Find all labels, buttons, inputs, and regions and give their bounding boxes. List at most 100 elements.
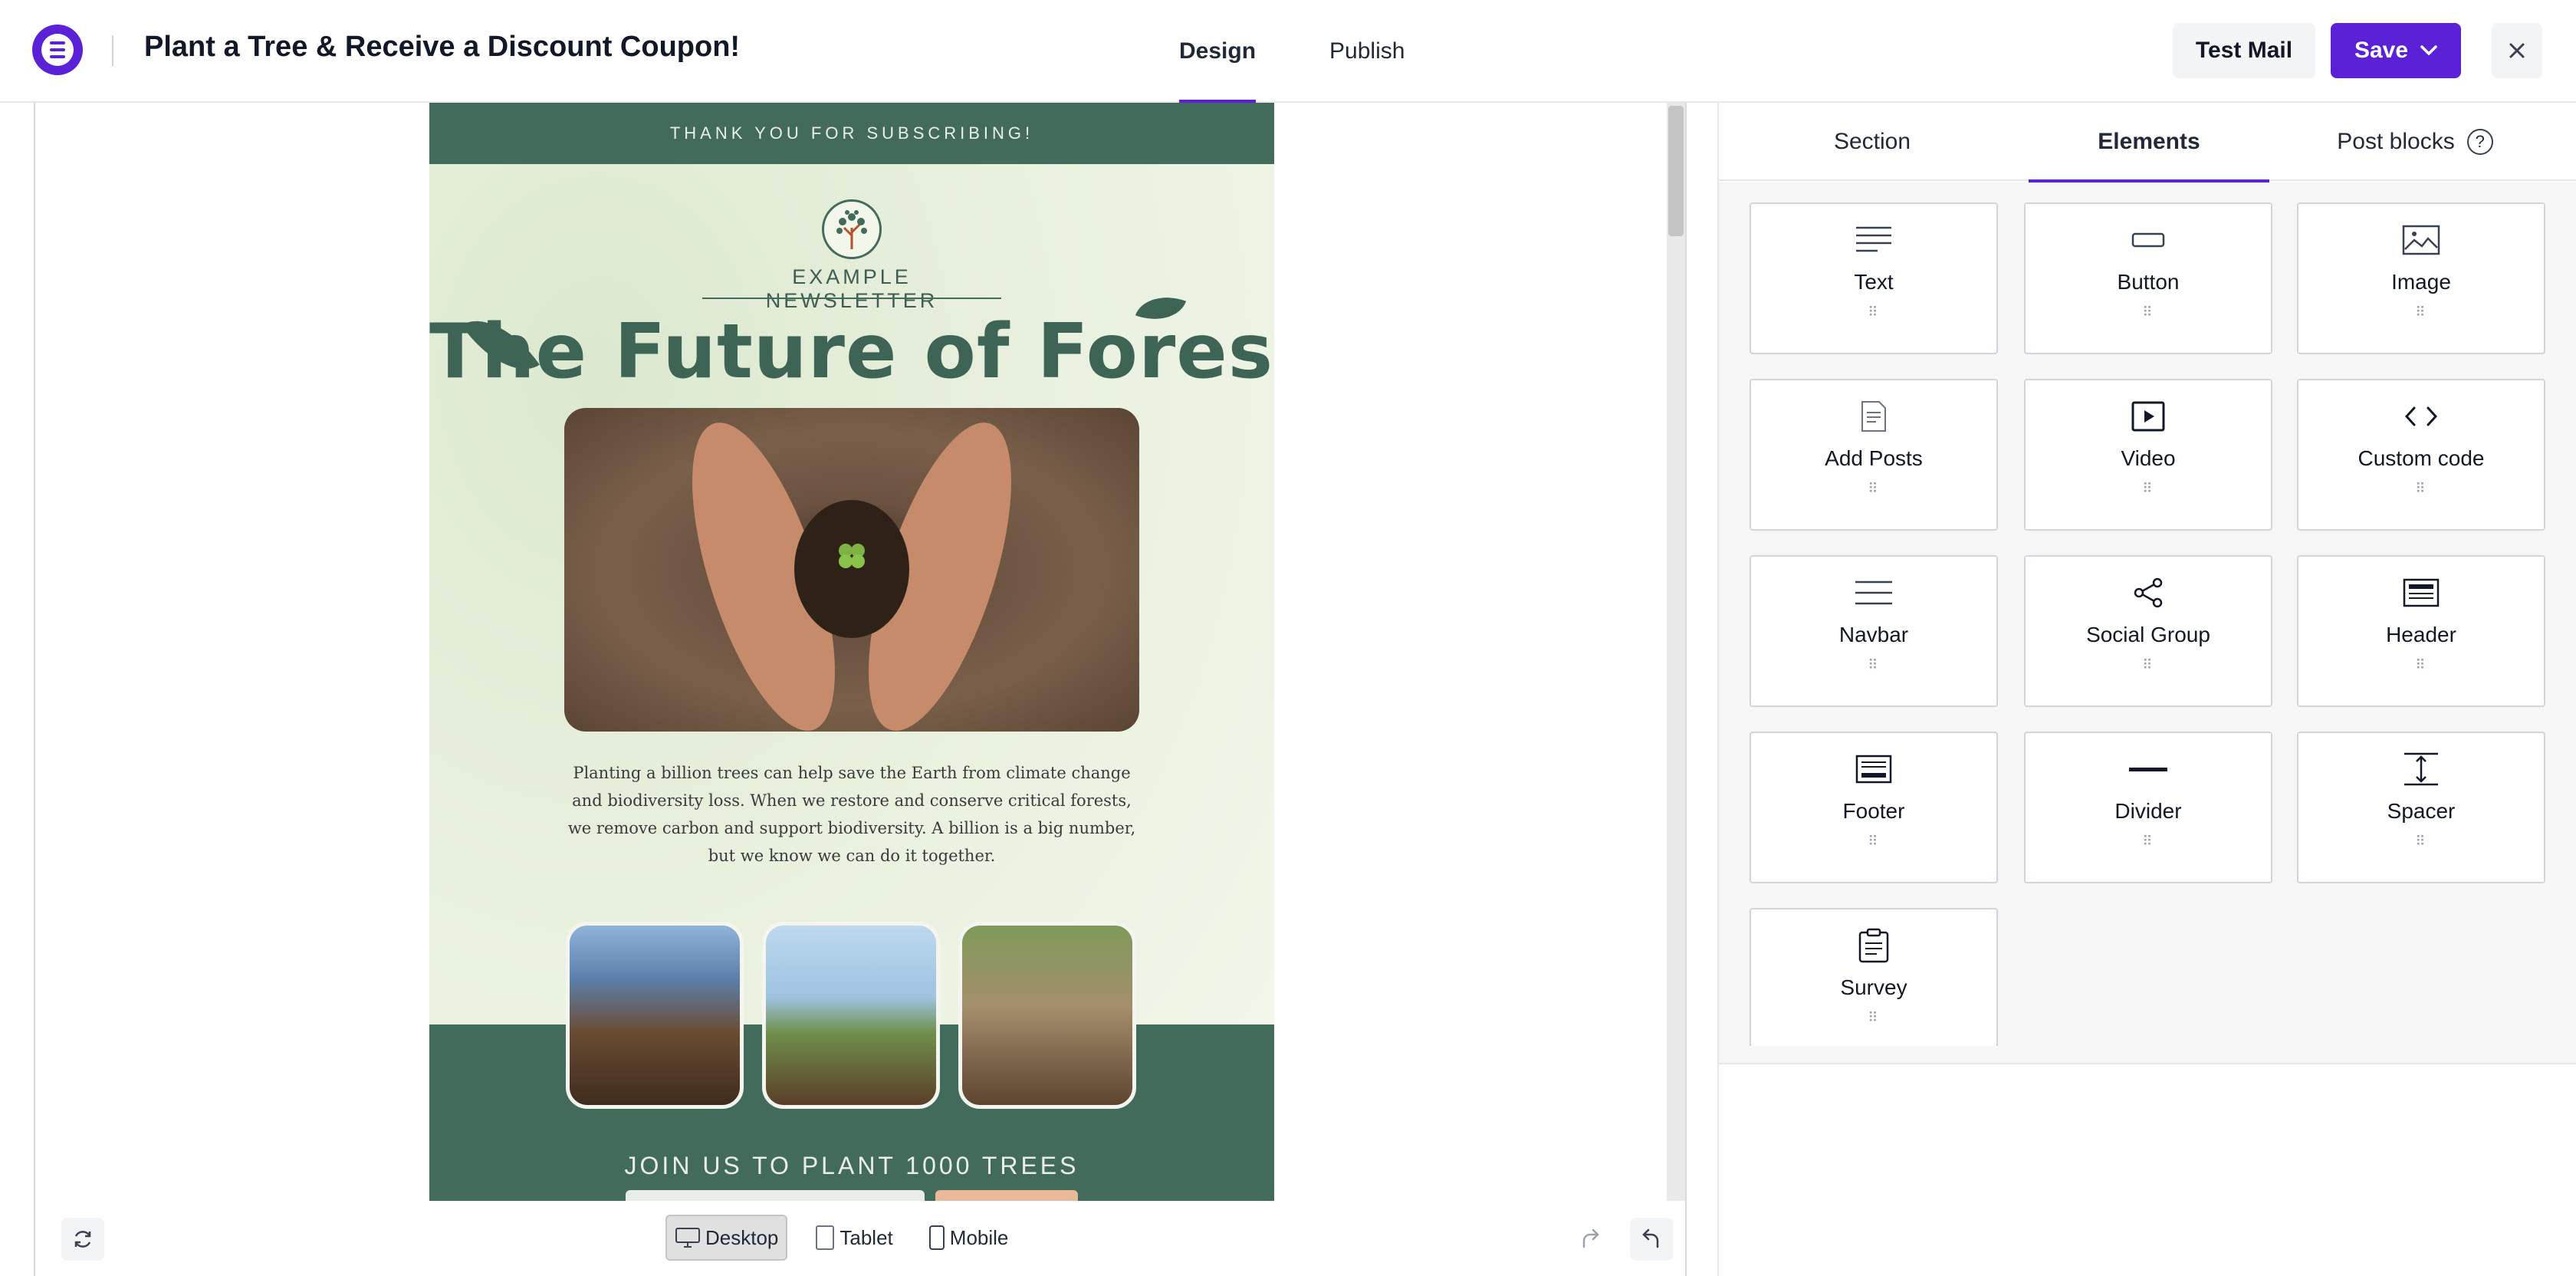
element-divider[interactable]: Divider ⠿ — [2024, 732, 2272, 883]
element-image[interactable]: Image ⠿ — [2297, 202, 2545, 354]
hero-image[interactable] — [564, 408, 1139, 732]
drag-handle-icon[interactable]: ⠿ — [2415, 305, 2426, 319]
share-icon — [2133, 574, 2164, 612]
tab-post-blocks[interactable]: Post blocks? — [2285, 103, 2545, 181]
element-spacer[interactable]: Spacer ⠿ — [2297, 732, 2545, 883]
close-icon — [2509, 43, 2525, 58]
element-label: Custom code — [2358, 446, 2485, 470]
element-footer[interactable]: Footer ⠿ — [1750, 732, 1998, 883]
page-title: Plant a Tree & Receive a Discount Coupon… — [144, 31, 741, 63]
element-add-posts[interactable]: Add Posts ⠿ — [1750, 379, 1998, 531]
redo-icon — [1582, 1228, 1599, 1248]
element-custom-code[interactable]: Custom code ⠿ — [2297, 379, 2545, 531]
drag-handle-icon[interactable]: ⠿ — [1868, 305, 1879, 319]
navbar-icon — [1854, 574, 1894, 612]
drag-handle-icon[interactable]: ⠿ — [1868, 658, 1879, 672]
drag-handle-icon[interactable]: ⠿ — [1868, 834, 1879, 848]
photo-planting-1[interactable] — [566, 922, 744, 1109]
mobile-icon — [928, 1225, 945, 1250]
drag-handle-icon[interactable]: ⠿ — [2415, 658, 2426, 672]
refresh-icon — [74, 1231, 91, 1248]
element-label: Divider — [2114, 799, 2182, 823]
tab-publish[interactable]: Publish — [1329, 0, 1405, 103]
survey-icon — [1858, 926, 1889, 965]
device-desktop-label: Desktop — [705, 1225, 779, 1249]
email-headline[interactable]: The Future of Forest — [429, 308, 1274, 396]
cta-button-primary[interactable] — [626, 1190, 925, 1201]
canvas-scrollbar-thumb[interactable] — [1668, 106, 1684, 236]
join-text[interactable]: JOIN US TO PLANT 1000 TREES — [429, 1152, 1274, 1180]
header-icon — [2403, 574, 2440, 612]
photo-planting-2[interactable] — [762, 922, 940, 1109]
divider-icon — [2129, 750, 2167, 788]
save-button-label: Save — [2354, 38, 2409, 63]
drag-handle-icon[interactable]: ⠿ — [2142, 658, 2154, 672]
tab-design[interactable]: Design — [1179, 0, 1257, 103]
element-label: Header — [2386, 623, 2456, 646]
email-preview[interactable]: THANK YOU FOR SUBSCRIBING! EXAMPLE NEWSL… — [429, 103, 1274, 1201]
canvas-scrollbar[interactable] — [1667, 103, 1685, 1201]
tab-elements-label: Elements — [2098, 129, 2200, 154]
app-logo[interactable] — [32, 25, 83, 75]
drag-handle-icon[interactable]: ⠿ — [1868, 482, 1879, 495]
tab-elements[interactable]: Elements — [2029, 103, 2269, 183]
help-icon[interactable]: ? — [2466, 129, 2493, 155]
elements-grid: Text ⠿ Button ⠿ Image ⠿ Add Posts ⠿ Vide… — [1719, 183, 2576, 1064]
element-navbar[interactable]: Navbar ⠿ — [1750, 555, 1998, 707]
logo-icon — [41, 34, 74, 66]
drag-handle-icon[interactable]: ⠿ — [2142, 305, 2154, 319]
tablet-icon — [816, 1225, 835, 1250]
undo-button[interactable] — [1630, 1218, 1673, 1261]
element-video[interactable]: Video ⠿ — [2024, 379, 2272, 531]
device-tablet[interactable]: Tablet — [807, 1215, 900, 1261]
drag-handle-icon[interactable]: ⠿ — [2142, 834, 2154, 848]
button-icon — [2131, 221, 2165, 259]
chevron-down-icon — [2420, 45, 2437, 55]
device-mobile-label: Mobile — [949, 1225, 1009, 1249]
element-label: Image — [2391, 270, 2451, 294]
add-posts-icon — [1861, 397, 1887, 436]
tab-post-blocks-label: Post blocks — [2337, 129, 2455, 154]
element-text[interactable]: Text ⠿ — [1750, 202, 1998, 354]
drag-handle-icon[interactable]: ⠿ — [2142, 482, 2154, 495]
element-label: Navbar — [1838, 623, 1909, 646]
element-survey[interactable]: Survey ⠿ — [1750, 908, 1998, 1046]
element-social-group[interactable]: Social Group ⠿ — [2024, 555, 2272, 707]
drag-handle-icon[interactable]: ⠿ — [1868, 1011, 1879, 1024]
code-icon — [2404, 397, 2439, 436]
element-label: Add Posts — [1825, 446, 1923, 470]
panel-tabs: Section Elements Post blocks? — [1719, 103, 2576, 183]
element-label: Social Group — [2086, 623, 2210, 646]
mode-tabs: Design Publish — [1179, 0, 1405, 103]
email-top-banner[interactable]: THANK YOU FOR SUBSCRIBING! — [429, 103, 1274, 164]
tab-section[interactable]: Section — [1719, 103, 2026, 181]
element-label: Footer — [1842, 799, 1905, 823]
sprout-icon — [839, 544, 865, 568]
divider — [112, 35, 113, 66]
spacer-icon — [2403, 750, 2440, 788]
photo-planting-3[interactable] — [958, 922, 1136, 1109]
cta-button-secondary[interactable] — [935, 1190, 1078, 1201]
newsletter-underline — [702, 298, 1001, 299]
refresh-button[interactable] — [61, 1218, 104, 1261]
element-button[interactable]: Button ⠿ — [2024, 202, 2272, 354]
device-mobile[interactable]: Mobile — [921, 1215, 1017, 1261]
save-button[interactable]: Save — [2331, 23, 2461, 78]
newsletter-label: EXAMPLE NEWSLETTER — [765, 265, 938, 312]
desktop-icon — [675, 1228, 700, 1248]
test-mail-button[interactable]: Test Mail — [2173, 23, 2315, 78]
drag-handle-icon[interactable]: ⠿ — [2415, 482, 2426, 495]
element-header[interactable]: Header ⠿ — [2297, 555, 2545, 707]
redo-button[interactable] — [1569, 1218, 1612, 1261]
text-icon — [1855, 221, 1893, 259]
device-tablet-label: Tablet — [840, 1225, 893, 1249]
device-desktop[interactable]: Desktop — [665, 1215, 788, 1261]
close-button[interactable] — [2492, 23, 2542, 78]
image-icon — [2402, 221, 2440, 259]
device-switcher: Desktop Tablet Mobile — [665, 1215, 1016, 1261]
drag-handle-icon[interactable]: ⠿ — [2415, 834, 2426, 848]
email-body-text[interactable]: Planting a billion trees can help save t… — [564, 759, 1139, 870]
element-label: Button — [2117, 270, 2180, 294]
video-icon — [2131, 397, 2165, 436]
undo-icon — [1642, 1228, 1659, 1248]
